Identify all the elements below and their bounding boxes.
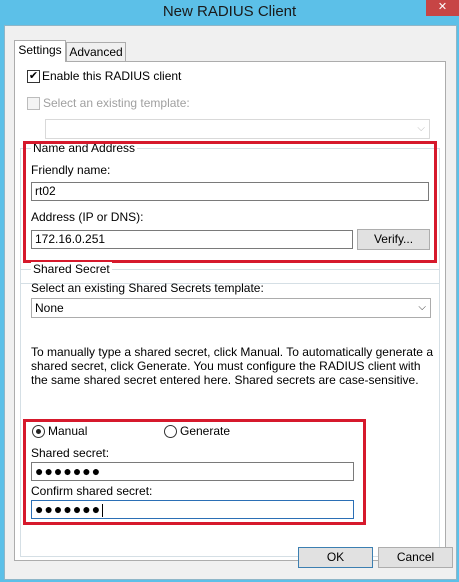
title-bar: New RADIUS Client ✕ (0, 0, 459, 25)
chevron-down-icon: ⌵ (417, 123, 425, 134)
enable-client-label: Enable this RADIUS client (42, 69, 182, 83)
shared-secret-template-label: Select an existing Shared Secrets templa… (31, 281, 264, 295)
existing-template-label: Select an existing template: (43, 96, 190, 110)
close-button[interactable]: ✕ (426, 0, 459, 16)
dialog-body: Settings Advanced ✔ Enable this RADIUS c… (4, 25, 457, 580)
highlight-shared-secret (23, 419, 366, 525)
shared-secret-template-select[interactable]: None ⌵ (31, 298, 431, 318)
tab-settings-label: Settings (18, 43, 62, 57)
window-title: New RADIUS Client (162, 3, 297, 20)
shared-secret-template-value: None (35, 301, 64, 315)
tab-advanced-label: Advanced (69, 45, 123, 59)
enable-client-checkbox[interactable]: ✔ (27, 70, 40, 83)
ok-button[interactable]: OK (298, 547, 373, 568)
checkmark-icon: ✔ (28, 70, 39, 82)
cancel-button[interactable]: Cancel (378, 547, 453, 568)
close-icon: ✕ (437, 1, 448, 13)
existing-template-select[interactable]: ⌵ (45, 119, 430, 139)
shared-secret-legend: Shared Secret (31, 262, 112, 276)
chevron-down-icon: ⌵ (418, 302, 426, 313)
existing-template-checkbox[interactable] (27, 97, 40, 110)
tab-settings[interactable]: Settings (14, 40, 66, 62)
tab-advanced[interactable]: Advanced (66, 42, 126, 62)
highlight-name-address (23, 141, 437, 263)
settings-panel: ✔ Enable this RADIUS client Select an ex… (14, 61, 446, 561)
shared-secret-description: To manually type a shared secret, click … (31, 345, 433, 387)
